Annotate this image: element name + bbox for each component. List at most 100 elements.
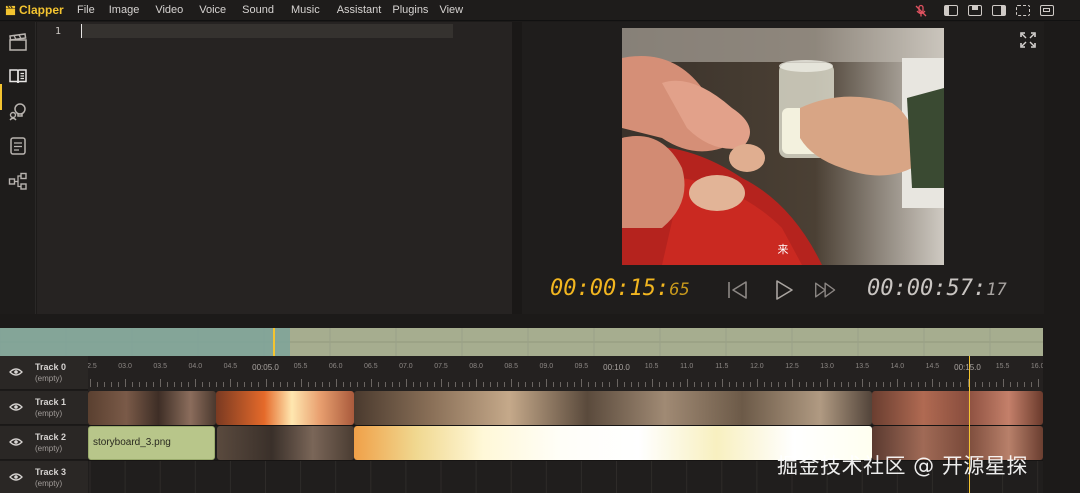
ruler-tick (251, 382, 253, 387)
eye-icon[interactable] (9, 437, 23, 447)
ruler-label: 14.0 (890, 363, 905, 370)
track-header[interactable]: Track 1 (empty) (0, 391, 88, 425)
track-header[interactable]: Track 3 (empty) (0, 461, 88, 493)
track-status: (empty) (35, 374, 63, 383)
menu-assistant[interactable]: Assistant (337, 4, 382, 16)
text-caret (81, 24, 82, 38)
menu-bar: Clapper File Image Video Voice Sound Mus… (0, 0, 1080, 21)
clapperboard-icon[interactable] (8, 32, 28, 52)
video-frame[interactable]: 来 (622, 28, 944, 265)
ruler-label: 14.5 (925, 363, 940, 370)
video-clip[interactable] (354, 391, 872, 425)
panel-divider[interactable] (512, 22, 522, 314)
ruler-label: 10.5 (644, 363, 659, 370)
ruler-tick (314, 382, 316, 387)
sidebar-active-indicator (0, 84, 2, 110)
ruler-label: 04.5 (223, 363, 238, 370)
ruler-tick (567, 382, 569, 387)
timeline-ruler[interactable]: 02.5 03.0 03.5 04.0 04.5 00:05.0 05.5 06.0 06.5 0… (88, 356, 1043, 391)
ruler-tick (279, 382, 281, 387)
ruler-tick (756, 379, 758, 387)
eye-icon[interactable] (9, 402, 23, 412)
fast-forward-icon[interactable] (814, 279, 838, 301)
layout-top-icon[interactable] (968, 5, 982, 16)
menu-plugins[interactable]: Plugins (392, 4, 428, 16)
storyboard-clip[interactable]: storyboard_3.png (88, 426, 215, 460)
video-clip[interactable] (872, 391, 1043, 425)
clapperboard-icon (5, 5, 16, 15)
ruler-tick (455, 382, 457, 387)
ruler-tick (721, 379, 723, 387)
ruler-tick (118, 382, 120, 387)
overview-playhead[interactable] (273, 328, 275, 356)
ruler-tick (104, 382, 106, 387)
layout-full-icon[interactable] (1040, 5, 1054, 16)
microphone-muted-icon[interactable] (914, 4, 928, 18)
menu-voice[interactable]: Voice (199, 4, 226, 16)
ruler-tick (532, 382, 534, 387)
fullscreen-icon[interactable] (1020, 32, 1036, 48)
layout-focus-icon[interactable] (1016, 5, 1030, 16)
bulb-icon[interactable] (8, 101, 28, 121)
track-name: Track 1 (35, 397, 67, 407)
eye-icon[interactable] (9, 367, 23, 377)
ruler-tick (160, 379, 162, 387)
subtitle-text: 来 (777, 244, 789, 256)
ruler-tick (370, 379, 372, 387)
menu-file[interactable]: File (77, 4, 95, 16)
track-header[interactable]: Track 2 (empty) (0, 426, 88, 460)
book-icon[interactable] (8, 66, 28, 86)
track-header[interactable]: Track 0 (empty) (0, 356, 88, 390)
ruler-tick (560, 382, 562, 387)
ruler-label: 11.5 (715, 363, 729, 370)
ruler-tick (616, 379, 618, 387)
list-icon[interactable] (8, 136, 28, 156)
ruler-tick (293, 382, 295, 387)
menu-video[interactable]: Video (155, 4, 183, 16)
ruler-tick (770, 382, 772, 387)
total-timecode: 00:00:57:17 (867, 276, 1007, 301)
total-timecode-main: 00:00:57: (867, 276, 987, 301)
video-clip[interactable] (217, 426, 354, 460)
ruler-tick (539, 382, 541, 387)
overview-visible-window[interactable] (0, 328, 290, 356)
ruler-tick (272, 382, 274, 387)
ruler-tick (784, 382, 786, 387)
video-clip[interactable] (88, 391, 216, 425)
ruler-tick (335, 379, 337, 387)
ruler-tick (988, 382, 990, 387)
ruler-tick (1037, 379, 1039, 387)
nodes-icon[interactable] (8, 171, 28, 191)
layout-left-icon[interactable] (944, 5, 958, 16)
video-player: 来 00:00:15:65 00:00:57:17 (522, 22, 1044, 314)
skip-back-icon[interactable] (725, 279, 749, 301)
eye-icon[interactable] (9, 472, 23, 482)
ruler-tick (630, 382, 632, 387)
app-logo[interactable]: Clapper (0, 3, 73, 17)
menu-view[interactable]: View (439, 4, 463, 16)
current-timecode-main: 00:00:15: (550, 276, 670, 301)
video-clip[interactable] (216, 391, 354, 425)
ruler-tick (820, 382, 822, 387)
ruler-tick (918, 382, 920, 387)
menu-image[interactable]: Image (109, 4, 140, 16)
ruler-tick (363, 382, 365, 387)
timeline-overview-area (0, 314, 1080, 356)
timeline-overview[interactable] (0, 328, 1043, 356)
ruler-tick (1002, 379, 1004, 387)
ruler-tick (132, 382, 134, 387)
ruler-label: 00:10.0 (603, 363, 630, 372)
track-status: (empty) (35, 409, 63, 418)
ruler-tick (153, 382, 155, 387)
menu-sound[interactable]: Sound (242, 4, 274, 16)
ruler-tick (490, 382, 492, 387)
ruler-label: 09.5 (574, 363, 589, 370)
play-icon[interactable] (772, 279, 796, 301)
sidebar (0, 22, 36, 314)
layout-right-icon[interactable] (992, 5, 1006, 16)
ruler-tick (230, 379, 232, 387)
script-editor[interactable]: 1 (37, 22, 512, 314)
ruler-tick (651, 379, 653, 387)
menu-music[interactable]: Music (291, 4, 320, 16)
ruler-tick (216, 382, 218, 387)
